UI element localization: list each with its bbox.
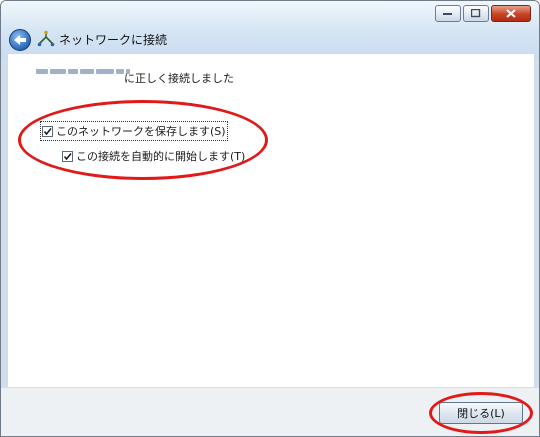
- highlight-ellipse-checkboxes: [18, 100, 268, 180]
- arrow-left-icon: [14, 35, 26, 45]
- highlight-ellipse-close: [429, 392, 533, 434]
- content-area: に正しく接続しました このネットワークを保存します(S) この接続を自動的に開始…: [7, 53, 535, 388]
- maximize-icon[interactable]: [463, 5, 489, 22]
- window-controls: [433, 5, 531, 22]
- minimize-icon[interactable]: [435, 5, 461, 22]
- network-icon: [37, 30, 55, 47]
- connect-network-window: ネットワークに接続 に正しく接続しました このネットワークを保存します(S) こ…: [0, 0, 540, 437]
- window-title: ネットワークに接続: [59, 33, 168, 47]
- title-bar: ネットワークに接続: [1, 1, 539, 59]
- close-icon[interactable]: [491, 5, 531, 22]
- connection-message: に正しく接続しました: [124, 72, 234, 85]
- network-name: [36, 69, 130, 74]
- back-button[interactable]: [9, 29, 31, 51]
